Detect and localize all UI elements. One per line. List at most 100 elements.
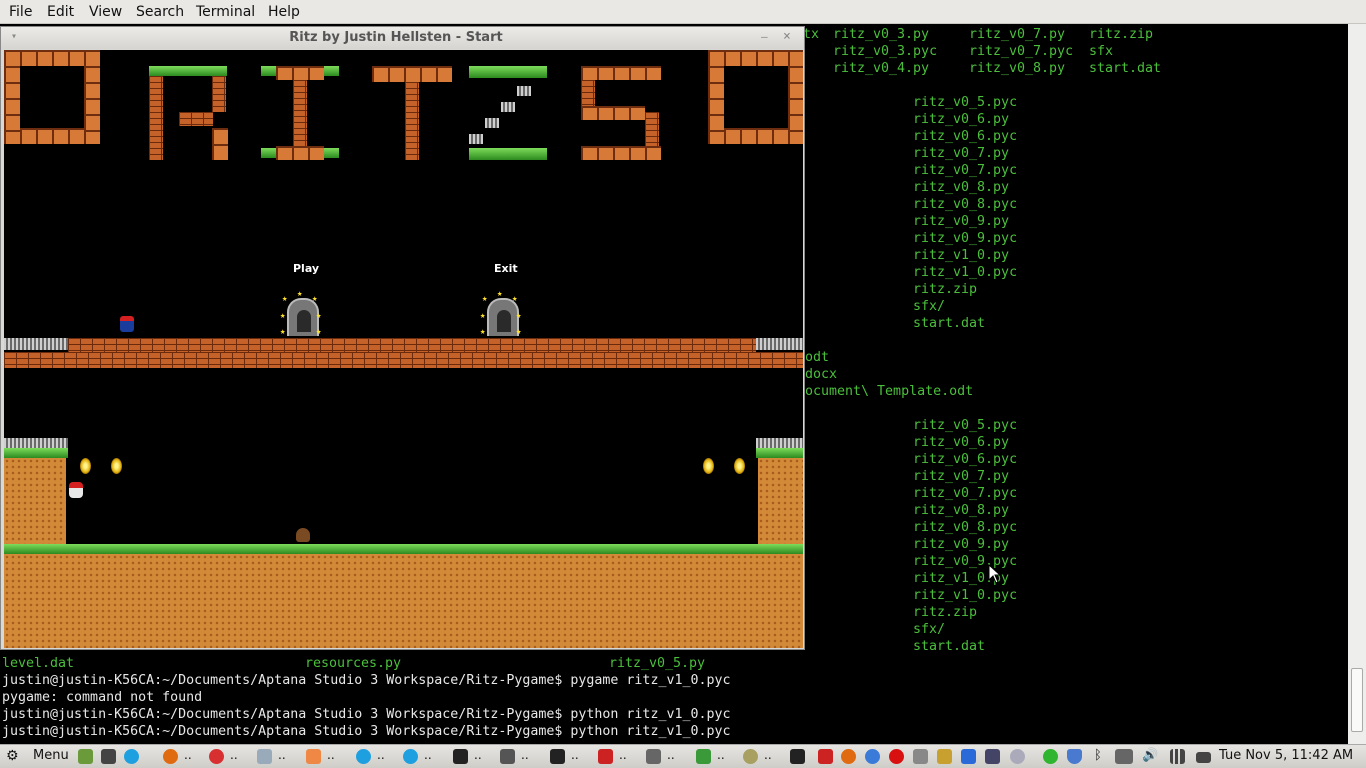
- logo-i: [276, 146, 324, 160]
- game-canvas[interactable]: Play Exit ★ ★ ★ ★ ★ ★ ★ ★ ★ ★ ★ ★ ★ ★: [4, 50, 803, 648]
- spike-row: [756, 338, 803, 350]
- python-taskbutton-icon[interactable]: [743, 749, 758, 764]
- prompt-line: pygame: command not found: [2, 690, 203, 705]
- taskbutton-label[interactable]: ..: [230, 748, 238, 762]
- chrome-launcher-icon[interactable]: [865, 749, 880, 764]
- term-file: sfx/: [913, 622, 946, 637]
- term-text: tx: [803, 27, 820, 42]
- logo-r: [149, 66, 227, 76]
- spreadsheet-taskbutton-icon[interactable]: [696, 749, 711, 764]
- taskbutton-label[interactable]: ..: [717, 748, 725, 762]
- battery-icon[interactable]: [1196, 752, 1211, 763]
- file-listing-2: ritz_v0_5.pyc ritz_v0_6.py ritz_v0_6.pyc…: [913, 417, 1017, 655]
- taskbutton-label[interactable]: ..: [521, 748, 529, 762]
- dirt-ledge: [758, 458, 803, 548]
- close-icon[interactable]: ×: [783, 29, 791, 44]
- taskbutton-label[interactable]: ..: [571, 748, 579, 762]
- term-file: ritz_v0_4.py: [833, 61, 930, 76]
- prompt-line: justin@justin-K56CA:~/Documents/Aptana S…: [2, 673, 731, 688]
- term-file: ritz_v1_0.pyc: [913, 588, 1018, 603]
- logo-r: [212, 76, 226, 112]
- system-monitor-icon[interactable]: [101, 749, 116, 764]
- term-file: ritz_v0_5.pyc: [913, 418, 1018, 433]
- taskbutton-label[interactable]: ..: [764, 748, 772, 762]
- prompt-line: justin@justin-K56CA:~/Documents/Aptana S…: [2, 724, 731, 739]
- skype-icon[interactable]: [124, 749, 139, 764]
- term-file: sfx: [1089, 44, 1114, 59]
- shield-icon[interactable]: [1067, 749, 1082, 764]
- clock[interactable]: Tue Nov 5, 11:42 AM: [1219, 748, 1353, 765]
- window-taskbutton-icon[interactable]: [257, 749, 272, 764]
- brick-platform: [68, 338, 756, 352]
- document-launcher-icon[interactable]: [985, 749, 1000, 764]
- term-file: ritz.zip: [1089, 27, 1154, 42]
- menu-button[interactable]: Menu: [33, 748, 69, 765]
- logo-block: [788, 50, 803, 144]
- play-label: Play: [293, 262, 320, 275]
- term-file: ritz_v0_3.py: [833, 27, 930, 42]
- gear-icon[interactable]: ⚙: [6, 748, 19, 765]
- terminal-taskbutton-icon[interactable]: [500, 749, 515, 764]
- taskbutton-label[interactable]: ..: [327, 748, 335, 762]
- coin-icon: [703, 458, 714, 474]
- menu-view[interactable]: View: [89, 4, 122, 20]
- filezilla-launcher-icon[interactable]: [818, 749, 833, 764]
- update-check-icon[interactable]: [1043, 749, 1058, 764]
- terminal-launcher-icon[interactable]: [790, 749, 805, 764]
- term-file: resources.py: [305, 656, 402, 671]
- skype-taskbutton-icon[interactable]: [356, 749, 371, 764]
- taskbutton-label[interactable]: ..: [619, 748, 627, 762]
- minimize-icon[interactable]: –: [761, 30, 768, 43]
- filezilla-taskbutton-icon[interactable]: [598, 749, 613, 764]
- logo-r: [179, 112, 213, 126]
- app-taskbutton-icon[interactable]: [306, 749, 321, 764]
- files-icon[interactable]: [78, 749, 93, 764]
- pen-icon[interactable]: [1115, 749, 1133, 764]
- menu-terminal[interactable]: Terminal: [196, 4, 255, 20]
- menu-edit[interactable]: Edit: [47, 4, 74, 20]
- logo-z: [517, 86, 531, 96]
- term-file: ritz_v0_6.py: [913, 435, 1010, 450]
- opera-launcher-icon[interactable]: [889, 749, 904, 764]
- firefox-taskbutton-icon[interactable]: [163, 749, 178, 764]
- player-sprite: [120, 316, 134, 332]
- term-file: docx: [805, 367, 838, 382]
- terminal-taskbutton-icon[interactable]: [453, 749, 468, 764]
- term-file: start.dat: [1089, 61, 1162, 76]
- network-icon[interactable]: [1170, 749, 1185, 764]
- taskbutton-label[interactable]: ..: [474, 748, 482, 762]
- taskbutton-label[interactable]: ..: [424, 748, 432, 762]
- writer-launcher-icon[interactable]: [961, 749, 976, 764]
- game-titlebar[interactable]: ▾ Ritz by Justin Hellsten - Start – ×: [1, 27, 804, 49]
- menu-file[interactable]: File: [9, 4, 32, 20]
- bluetooth-icon[interactable]: ᛒ: [1094, 748, 1102, 765]
- skype-taskbutton-icon[interactable]: [403, 749, 418, 764]
- logo-block: [4, 50, 20, 144]
- taskbutton-label[interactable]: ..: [184, 748, 192, 762]
- term-file: ritz_v0_7.py: [913, 146, 1010, 161]
- term-file: ritz_v0_7.py: [913, 469, 1010, 484]
- term-file: ritz_v0_7.pyc: [969, 44, 1074, 59]
- logo-block: [84, 50, 100, 144]
- ground-grass: [4, 544, 803, 554]
- app-launcher-icon[interactable]: [937, 749, 952, 764]
- power-icon[interactable]: [1010, 749, 1025, 764]
- terminal-taskbutton-icon[interactable]: [646, 749, 661, 764]
- volume-icon[interactable]: 🔊: [1142, 748, 1158, 765]
- term-file: ocument\ Template.odt: [805, 384, 974, 399]
- menu-search[interactable]: Search: [136, 4, 184, 20]
- scrollbar-thumb[interactable]: [1351, 668, 1363, 732]
- prompt-line: justin@justin-K56CA:~/Documents/Aptana S…: [2, 707, 731, 722]
- spike-row: [4, 338, 68, 350]
- chrome-taskbutton-icon[interactable]: [209, 749, 224, 764]
- terminal-menubar: File Edit View Search Terminal Help: [0, 0, 1366, 24]
- menu-help[interactable]: Help: [268, 4, 300, 20]
- coin-icon: [734, 458, 745, 474]
- taskbutton-label[interactable]: ..: [377, 748, 385, 762]
- firefox-launcher-icon[interactable]: [841, 749, 856, 764]
- terminal-taskbutton-icon[interactable]: [550, 749, 565, 764]
- taskbutton-label[interactable]: ..: [278, 748, 286, 762]
- tool-launcher-icon[interactable]: [913, 749, 928, 764]
- taskbutton-label[interactable]: ..: [667, 748, 675, 762]
- terminal-scrollbar[interactable]: [1348, 24, 1366, 744]
